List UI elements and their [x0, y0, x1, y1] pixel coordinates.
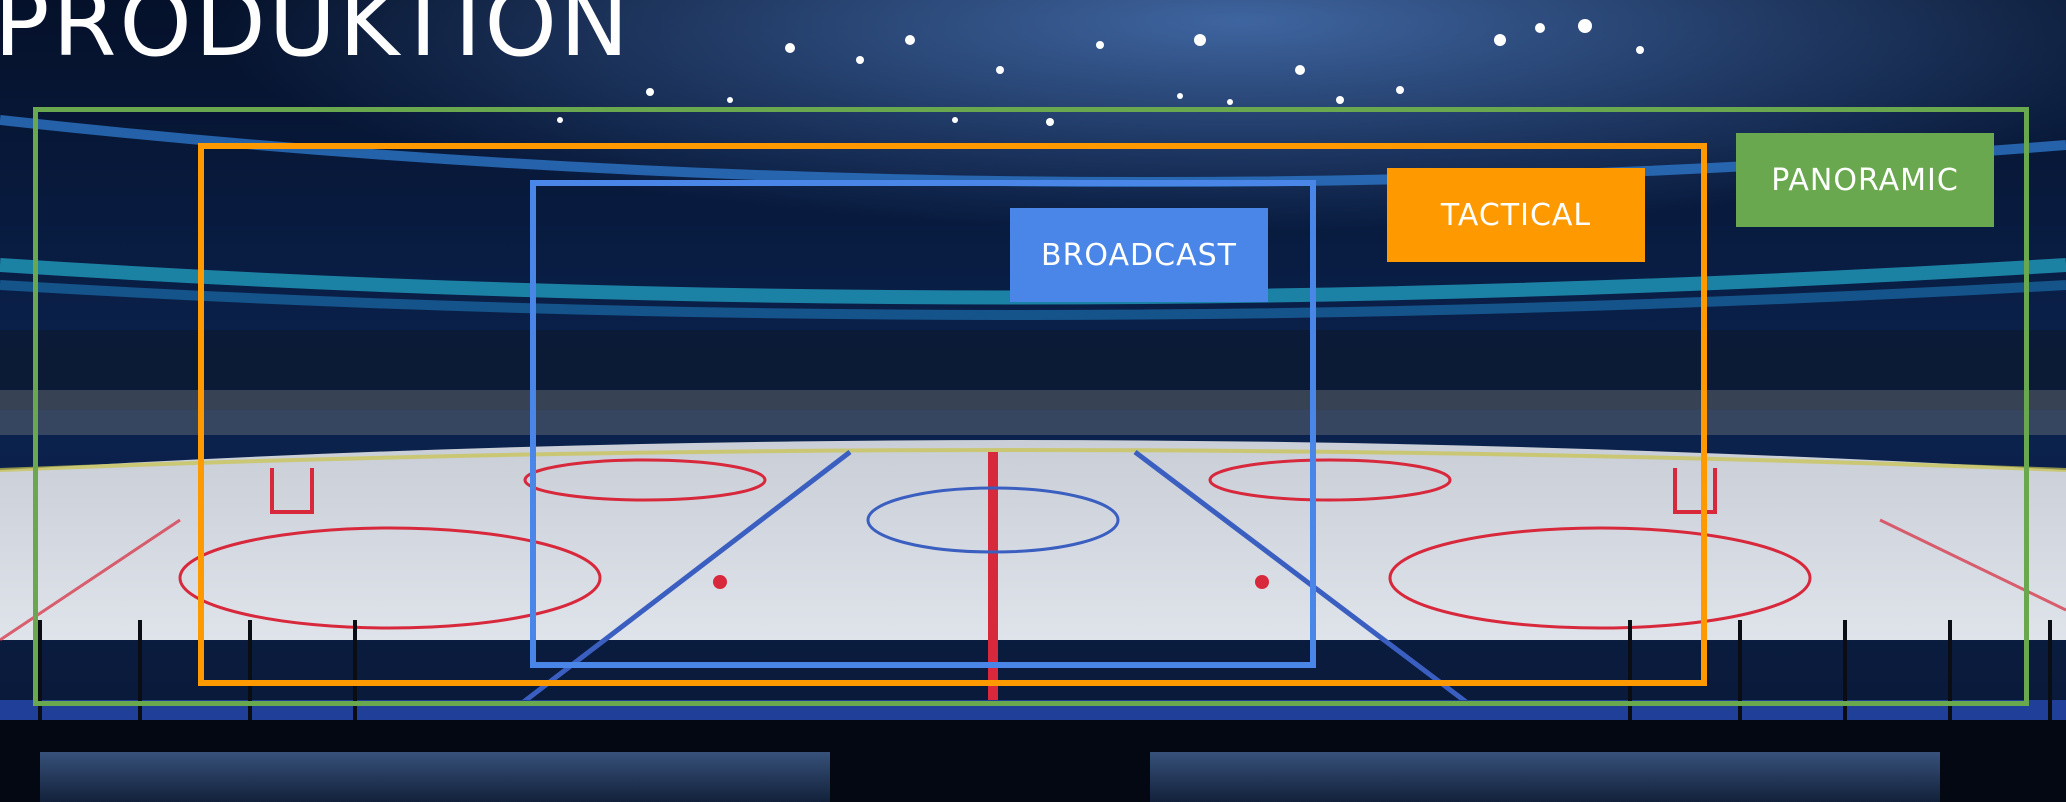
tactical-label: TACTICAL	[1387, 168, 1645, 262]
page-title: PRODUKTION	[0, 0, 632, 77]
panoramic-label: PANORAMIC	[1736, 133, 1994, 227]
broadcast-label: BROADCAST	[1010, 208, 1268, 302]
